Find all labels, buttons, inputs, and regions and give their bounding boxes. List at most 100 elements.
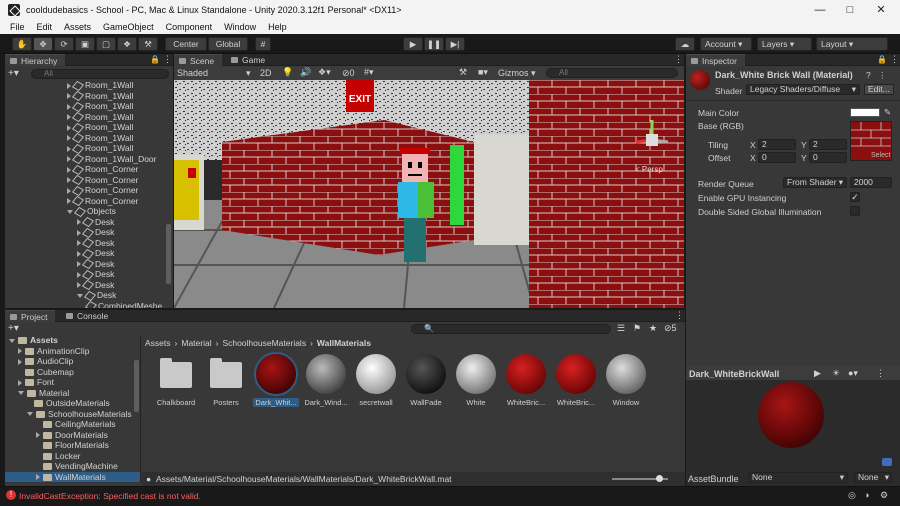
project-folder-item[interactable]: WallMaterials: [5, 471, 140, 482]
expand-right-icon[interactable]: [67, 93, 71, 100]
hierarchy-item[interactable]: Room_1Wall: [5, 112, 133, 123]
layers-dropdown[interactable]: Layers ▾: [757, 37, 812, 51]
hierarchy-item[interactable]: Room_1Wall: [5, 101, 133, 112]
expand-down-icon[interactable]: [9, 338, 15, 343]
double-sided-checkbox[interactable]: [850, 206, 860, 216]
hierarchy-item[interactable]: Desk: [5, 280, 114, 291]
hierarchy-item[interactable]: Desk: [5, 269, 114, 280]
tiling-x-field[interactable]: 2: [758, 139, 796, 150]
asset-item[interactable]: Dark_Wind...: [303, 354, 349, 407]
expand-right-icon[interactable]: [67, 114, 71, 121]
asset-bundle-variant-dropdown[interactable]: None ▾: [854, 472, 892, 483]
2d-toggle[interactable]: 2D: [260, 68, 272, 78]
shading-dropdown[interactable]: Shaded: [177, 68, 208, 78]
menu-help[interactable]: Help: [268, 22, 287, 32]
account-dropdown[interactable]: Account ▾: [700, 37, 752, 51]
hierarchy-item[interactable]: Room_1Wall_Door: [5, 154, 157, 165]
expand-right-icon[interactable]: [77, 240, 81, 247]
grid-snap-icon[interactable]: #: [255, 37, 271, 51]
project-folder-item[interactable]: VendingMachine: [5, 461, 140, 472]
expand-right-icon[interactable]: [77, 229, 81, 236]
transform-tool-icon[interactable]: ❖: [117, 37, 137, 51]
expand-right-icon[interactable]: [67, 145, 71, 152]
tab-console[interactable]: Console: [61, 310, 116, 322]
project-folder-item[interactable]: CeilingMaterials: [5, 419, 140, 430]
project-folder-item[interactable]: DoorMaterials: [5, 430, 140, 441]
zoom-slider-handle[interactable]: [656, 475, 663, 482]
edit-shader-button[interactable]: Edit...: [864, 84, 894, 95]
hidden-packages-toggle[interactable]: ⊘5: [664, 323, 677, 334]
scene-search-input[interactable]: All: [546, 68, 678, 78]
project-add-icon[interactable]: +▾: [8, 323, 19, 334]
tab-inspector[interactable]: Inspector: [686, 54, 745, 66]
hierarchy-item[interactable]: Desk: [5, 238, 114, 249]
preview-more-icon[interactable]: ⋮: [876, 368, 885, 379]
project-folder-item[interactable]: AnimationClip: [5, 346, 140, 357]
project-folder-item[interactable]: Material: [5, 388, 140, 399]
hierarchy-scrollbar[interactable]: [166, 224, 171, 284]
debug-mode-icon[interactable]: ⚙: [880, 490, 888, 501]
expand-right-icon[interactable]: [67, 187, 71, 194]
audio-icon[interactable]: 🔊: [300, 67, 311, 78]
grid-icon[interactable]: #▾: [364, 67, 374, 78]
preview-light-icon[interactable]: ☀: [832, 368, 840, 379]
expand-right-icon[interactable]: [67, 124, 71, 131]
hierarchy-item[interactable]: Desk: [5, 227, 114, 238]
error-message[interactable]: InvalidCastException: Specified cast is …: [19, 491, 201, 501]
eyedropper-icon[interactable]: ✎: [884, 107, 891, 118]
inspector-more-icon[interactable]: ⋮: [890, 54, 899, 65]
tiling-y-field[interactable]: 2: [809, 139, 847, 150]
hierarchy-item[interactable]: CombinedMeshe: [5, 301, 162, 308]
expand-down-icon[interactable]: [27, 412, 33, 417]
expand-right-icon[interactable]: [18, 348, 22, 355]
asset-item[interactable]: WallFade: [403, 354, 449, 407]
layout-dropdown[interactable]: Layout ▾: [816, 37, 888, 51]
scene-viewport[interactable]: EXIT < Persp: [174, 80, 684, 308]
project-more-icon[interactable]: ⋮: [675, 310, 684, 321]
asset-item[interactable]: Chalkboard: [153, 354, 199, 407]
expand-down-icon[interactable]: [18, 391, 24, 396]
hierarchy-item[interactable]: Room_1Wall: [5, 122, 133, 133]
hierarchy-item[interactable]: Room_Corner: [5, 185, 138, 196]
expand-right-icon[interactable]: [67, 135, 71, 142]
camera-icon[interactable]: ■▾: [478, 67, 488, 78]
move-tool-icon[interactable]: ✥: [33, 37, 53, 51]
close-icon[interactable]: ✕: [866, 0, 896, 20]
breadcrumb-item[interactable]: SchoolhouseMaterials: [222, 338, 306, 348]
asset-item[interactable]: WhiteBric...: [553, 354, 599, 407]
gizmos-dropdown[interactable]: Gizmos ▾: [498, 68, 536, 79]
asset-item[interactable]: WhiteBric...: [503, 354, 549, 407]
pause-button[interactable]: ❚❚: [424, 37, 444, 51]
preview-shape-icon[interactable]: ●▾: [848, 368, 858, 379]
expand-right-icon[interactable]: [18, 379, 22, 386]
hierarchy-search-input[interactable]: All: [31, 69, 169, 79]
project-folder-item[interactable]: Locker: [5, 451, 140, 462]
offset-y-field[interactable]: 0: [809, 152, 847, 163]
pivot-center-button[interactable]: Center: [165, 37, 207, 51]
tab-scene[interactable]: Scene: [174, 54, 223, 66]
project-folder-item[interactable]: OutsideMaterials: [5, 398, 140, 409]
hierarchy-item[interactable]: Room_Corner: [5, 175, 138, 186]
asset-item[interactable]: Window: [603, 354, 649, 407]
expand-right-icon[interactable]: [77, 250, 81, 257]
hierarchy-item[interactable]: Room_1Wall: [5, 133, 133, 144]
menu-gameobject[interactable]: GameObject: [103, 22, 154, 32]
expand-right-icon[interactable]: [67, 156, 71, 163]
hierarchy-item[interactable]: Room_Corner: [5, 164, 138, 175]
expand-right-icon[interactable]: [67, 166, 71, 173]
asset-item[interactable]: White: [453, 354, 499, 407]
hierarchy-item[interactable]: Desk: [5, 290, 116, 301]
project-folder-item[interactable]: Assets: [5, 335, 140, 346]
custom-tool-icon[interactable]: ⚒: [138, 37, 158, 51]
breadcrumb-item[interactable]: Material: [181, 338, 211, 348]
hidden-objects-toggle[interactable]: ⊘0: [342, 68, 355, 79]
settings-icon[interactable]: ⋮: [878, 70, 887, 81]
expand-right-icon[interactable]: [67, 198, 71, 205]
expand-right-icon[interactable]: [67, 103, 71, 110]
cloud-icon[interactable]: ☁: [675, 37, 695, 51]
lock-icon[interactable]: 🔒: [150, 55, 160, 64]
menu-window[interactable]: Window: [224, 22, 256, 32]
rotate-tool-icon[interactable]: ⟳: [54, 37, 74, 51]
maximize-icon[interactable]: □: [835, 0, 865, 20]
shader-dropdown[interactable]: Legacy Shaders/Diffuse ▾: [746, 84, 860, 95]
